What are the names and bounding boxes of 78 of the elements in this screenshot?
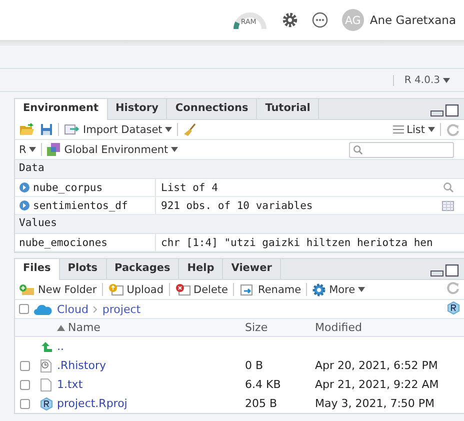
refresh-icon[interactable] — [446, 122, 460, 136]
toolbar-button[interactable]: Rename — [239, 283, 302, 296]
toolbar-button[interactable]: Delete — [174, 283, 228, 296]
search-field[interactable] — [349, 142, 454, 158]
minimize-maximize-icon[interactable] — [430, 264, 460, 278]
search-icon[interactable] — [443, 182, 454, 193]
file-link[interactable]: .Rhistory — [57, 359, 106, 372]
checkbox[interactable] — [20, 398, 30, 408]
caret-icon — [358, 287, 366, 292]
file-icon — [40, 378, 52, 392]
breadcrumb-link[interactable]: Cloud — [57, 302, 88, 316]
pane-tab[interactable]: Files — [15, 259, 60, 280]
file-modified: Apr 20, 2021, 6:52 PM — [315, 359, 438, 372]
environment-menu[interactable]: Global Environment — [47, 143, 178, 156]
file-size: 205 B — [245, 397, 278, 410]
expand-icon[interactable] — [19, 200, 30, 211]
file-link[interactable]: project.Rproj — [57, 397, 128, 410]
variable-value: List of 4 — [161, 182, 218, 194]
import-dataset-button[interactable]: Import Dataset — [64, 124, 172, 136]
save-icon[interactable] — [40, 123, 53, 136]
variable-name: sentimientos_df — [33, 200, 128, 212]
caret-icon — [165, 127, 172, 132]
rename-icon — [239, 283, 255, 296]
section-header: Values — [15, 215, 464, 234]
pane-tab[interactable]: Environment — [15, 99, 108, 120]
gear-icon — [312, 282, 326, 296]
file-size: 0 B — [245, 359, 264, 372]
file-modified: May 3, 2021, 7:50 PM — [315, 397, 435, 410]
chevron-icon — [93, 306, 98, 312]
list-view-menu[interactable]: List — [392, 124, 435, 136]
list-lines-icon — [392, 125, 404, 134]
search-icon — [353, 144, 363, 154]
caret-icon — [428, 127, 435, 132]
user-name: Ane Garetxana — [370, 13, 456, 27]
language-menu[interactable]: R — [19, 144, 36, 156]
toolbar-button[interactable]: Upload — [108, 283, 164, 296]
clock-file-icon — [40, 358, 52, 372]
checkbox[interactable] — [20, 380, 30, 390]
file-link[interactable]: 1.txt — [57, 378, 83, 391]
grid-icon[interactable] — [442, 200, 454, 210]
caret-icon — [443, 78, 450, 82]
minimize-maximize-icon[interactable] — [430, 104, 460, 118]
settings-icon[interactable] — [282, 12, 298, 28]
sort-up-icon — [57, 324, 65, 330]
folder-plus-icon — [19, 283, 35, 296]
more-icon[interactable] — [312, 12, 328, 28]
toolbar-button[interactable]: New Folder — [19, 283, 97, 296]
upload-icon — [108, 283, 124, 296]
variable-name: nube_corpus — [33, 182, 103, 194]
caret-icon — [29, 147, 36, 152]
checkbox[interactable] — [20, 360, 30, 370]
r-project-icon — [447, 300, 460, 314]
parent-folder-link[interactable]: .. — [57, 340, 64, 353]
caret-icon — [171, 147, 178, 152]
toolbar-button[interactable]: More — [312, 282, 366, 296]
delete-icon — [174, 283, 190, 296]
expand-icon[interactable] — [19, 182, 30, 193]
checkbox[interactable] — [19, 304, 29, 314]
variable-name: nube_emociones — [19, 236, 108, 248]
pane-tab[interactable]: History — [108, 99, 168, 119]
variable-value: chr [1:4] "utzi gaizki hiltzen heriotza hen — [161, 236, 433, 248]
column-header[interactable]: Size — [245, 321, 268, 334]
pane-tab[interactable]: Packages — [106, 259, 180, 279]
column-header[interactable]: Modified — [315, 321, 362, 334]
column-header[interactable]: Name — [57, 321, 245, 334]
open-folder-icon[interactable] — [19, 123, 35, 136]
version-menu[interactable]: R 4.0.3 — [393, 74, 450, 86]
file-modified: Apr 21, 2021, 9:22 AM — [315, 378, 439, 391]
broom-icon[interactable] — [183, 122, 198, 136]
cloud-icon — [34, 304, 52, 314]
breadcrumb-link[interactable]: project — [102, 302, 141, 316]
stacked-squares-icon — [47, 143, 62, 156]
import-icon — [64, 124, 80, 135]
file-size: 6.4 KB — [245, 378, 281, 391]
section-header: Data — [15, 160, 464, 179]
up-arrow-icon[interactable] — [40, 340, 52, 352]
variable-value: 921 obs. of 10 variables — [161, 200, 313, 212]
r-project-icon — [40, 396, 52, 410]
